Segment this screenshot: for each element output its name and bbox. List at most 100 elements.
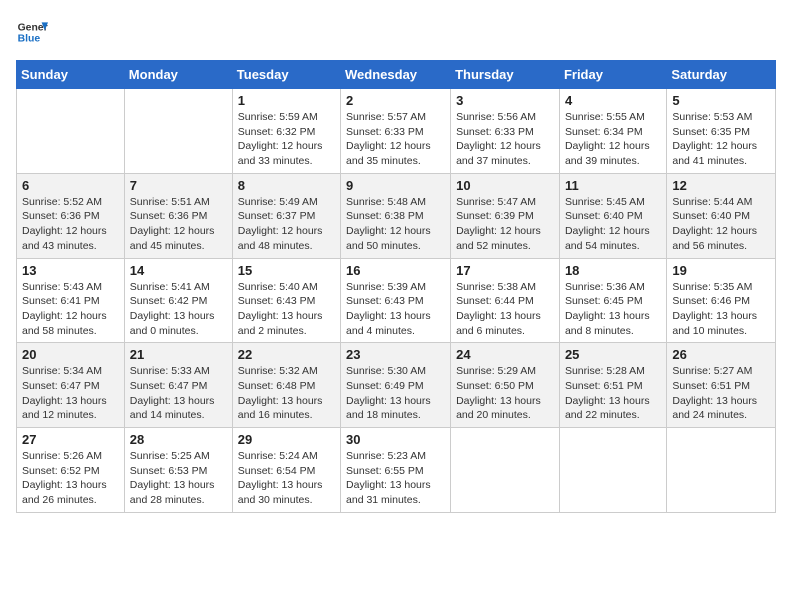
cell-content: Sunrise: 5:44 AM Sunset: 6:40 PM Dayligh… xyxy=(672,195,770,254)
calendar-cell: 29 Sunrise: 5:24 AM Sunset: 6:54 PM Dayli… xyxy=(232,428,340,513)
calendar-cell: 13 Sunrise: 5:43 AM Sunset: 6:41 PM Dayli… xyxy=(17,258,125,343)
day-of-week-header: Friday xyxy=(559,61,666,89)
day-number: 2 xyxy=(346,93,445,108)
day-number: 12 xyxy=(672,178,770,193)
calendar-cell: 9 Sunrise: 5:48 AM Sunset: 6:38 PM Daylig… xyxy=(341,173,451,258)
calendar-cell xyxy=(124,89,232,174)
cell-content: Sunrise: 5:48 AM Sunset: 6:38 PM Dayligh… xyxy=(346,195,445,254)
calendar-week-row: 20 Sunrise: 5:34 AM Sunset: 6:47 PM Dayli… xyxy=(17,343,776,428)
cell-content: Sunrise: 5:32 AM Sunset: 6:48 PM Dayligh… xyxy=(238,364,335,423)
calendar-cell: 10 Sunrise: 5:47 AM Sunset: 6:39 PM Dayli… xyxy=(451,173,560,258)
day-number: 8 xyxy=(238,178,335,193)
calendar-cell: 12 Sunrise: 5:44 AM Sunset: 6:40 PM Dayli… xyxy=(667,173,776,258)
day-number: 7 xyxy=(130,178,227,193)
day-of-week-header: Thursday xyxy=(451,61,560,89)
calendar-cell xyxy=(559,428,666,513)
cell-content: Sunrise: 5:53 AM Sunset: 6:35 PM Dayligh… xyxy=(672,110,770,169)
calendar-cell: 27 Sunrise: 5:26 AM Sunset: 6:52 PM Dayli… xyxy=(17,428,125,513)
day-number: 30 xyxy=(346,432,445,447)
calendar-week-row: 27 Sunrise: 5:26 AM Sunset: 6:52 PM Dayli… xyxy=(17,428,776,513)
day-number: 20 xyxy=(22,347,119,362)
calendar-cell: 6Sunrise: 5:52 AM Sunset: 6:36 PM Daylig… xyxy=(17,173,125,258)
calendar-cell: 15 Sunrise: 5:40 AM Sunset: 6:43 PM Dayli… xyxy=(232,258,340,343)
calendar-cell: 17 Sunrise: 5:38 AM Sunset: 6:44 PM Dayli… xyxy=(451,258,560,343)
calendar-cell: 21 Sunrise: 5:33 AM Sunset: 6:47 PM Dayli… xyxy=(124,343,232,428)
day-number: 5 xyxy=(672,93,770,108)
calendar-cell xyxy=(17,89,125,174)
day-number: 21 xyxy=(130,347,227,362)
cell-content: Sunrise: 5:34 AM Sunset: 6:47 PM Dayligh… xyxy=(22,364,119,423)
day-number: 14 xyxy=(130,263,227,278)
cell-content: Sunrise: 5:25 AM Sunset: 6:53 PM Dayligh… xyxy=(130,449,227,508)
calendar-cell: 11Sunrise: 5:45 AM Sunset: 6:40 PM Dayli… xyxy=(559,173,666,258)
calendar-cell: 19 Sunrise: 5:35 AM Sunset: 6:46 PM Dayli… xyxy=(667,258,776,343)
calendar-cell: 8 Sunrise: 5:49 AM Sunset: 6:37 PM Daylig… xyxy=(232,173,340,258)
calendar-cell: 3 Sunrise: 5:56 AM Sunset: 6:33 PM Daylig… xyxy=(451,89,560,174)
day-number: 17 xyxy=(456,263,554,278)
logo: General Blue xyxy=(16,16,48,48)
calendar-cell: 20 Sunrise: 5:34 AM Sunset: 6:47 PM Dayli… xyxy=(17,343,125,428)
calendar-week-row: 13 Sunrise: 5:43 AM Sunset: 6:41 PM Dayli… xyxy=(17,258,776,343)
day-number: 23 xyxy=(346,347,445,362)
cell-content: Sunrise: 5:59 AM Sunset: 6:32 PM Dayligh… xyxy=(238,110,335,169)
day-number: 3 xyxy=(456,93,554,108)
day-number: 29 xyxy=(238,432,335,447)
day-number: 24 xyxy=(456,347,554,362)
calendar-week-row: 1 Sunrise: 5:59 AM Sunset: 6:32 PM Daylig… xyxy=(17,89,776,174)
day-number: 11 xyxy=(565,178,661,193)
calendar-cell: 24 Sunrise: 5:29 AM Sunset: 6:50 PM Dayli… xyxy=(451,343,560,428)
calendar-cell: 4 Sunrise: 5:55 AM Sunset: 6:34 PM Daylig… xyxy=(559,89,666,174)
calendar-cell: 14 Sunrise: 5:41 AM Sunset: 6:42 PM Dayli… xyxy=(124,258,232,343)
calendar-table: SundayMondayTuesdayWednesdayThursdayFrid… xyxy=(16,60,776,513)
cell-content: Sunrise: 5:51 AM Sunset: 6:36 PM Dayligh… xyxy=(130,195,227,254)
cell-content: Sunrise: 5:47 AM Sunset: 6:39 PM Dayligh… xyxy=(456,195,554,254)
day-of-week-header: Sunday xyxy=(17,61,125,89)
cell-content: Sunrise: 5:56 AM Sunset: 6:33 PM Dayligh… xyxy=(456,110,554,169)
calendar-cell: 16Sunrise: 5:39 AM Sunset: 6:43 PM Dayli… xyxy=(341,258,451,343)
calendar-cell: 22 Sunrise: 5:32 AM Sunset: 6:48 PM Dayli… xyxy=(232,343,340,428)
cell-content: Sunrise: 5:33 AM Sunset: 6:47 PM Dayligh… xyxy=(130,364,227,423)
day-number: 22 xyxy=(238,347,335,362)
cell-content: Sunrise: 5:57 AM Sunset: 6:33 PM Dayligh… xyxy=(346,110,445,169)
cell-content: Sunrise: 5:35 AM Sunset: 6:46 PM Dayligh… xyxy=(672,280,770,339)
day-number: 26 xyxy=(672,347,770,362)
cell-content: Sunrise: 5:41 AM Sunset: 6:42 PM Dayligh… xyxy=(130,280,227,339)
svg-text:Blue: Blue xyxy=(18,34,41,45)
cell-content: Sunrise: 5:29 AM Sunset: 6:50 PM Dayligh… xyxy=(456,364,554,423)
day-number: 19 xyxy=(672,263,770,278)
day-of-week-header: Tuesday xyxy=(232,61,340,89)
calendar-week-row: 6Sunrise: 5:52 AM Sunset: 6:36 PM Daylig… xyxy=(17,173,776,258)
calendar-cell: 18Sunrise: 5:36 AM Sunset: 6:45 PM Dayli… xyxy=(559,258,666,343)
cell-content: Sunrise: 5:49 AM Sunset: 6:37 PM Dayligh… xyxy=(238,195,335,254)
day-number: 18 xyxy=(565,263,661,278)
day-of-week-header: Saturday xyxy=(667,61,776,89)
day-number: 27 xyxy=(22,432,119,447)
cell-content: Sunrise: 5:38 AM Sunset: 6:44 PM Dayligh… xyxy=(456,280,554,339)
cell-content: Sunrise: 5:55 AM Sunset: 6:34 PM Dayligh… xyxy=(565,110,661,169)
calendar-cell: 23 Sunrise: 5:30 AM Sunset: 6:49 PM Dayli… xyxy=(341,343,451,428)
cell-content: Sunrise: 5:30 AM Sunset: 6:49 PM Dayligh… xyxy=(346,364,445,423)
day-number: 25 xyxy=(565,347,661,362)
day-number: 28 xyxy=(130,432,227,447)
calendar-cell: 7 Sunrise: 5:51 AM Sunset: 6:36 PM Daylig… xyxy=(124,173,232,258)
day-number: 4 xyxy=(565,93,661,108)
day-number: 13 xyxy=(22,263,119,278)
day-number: 9 xyxy=(346,178,445,193)
calendar-cell: 5 Sunrise: 5:53 AM Sunset: 6:35 PM Daylig… xyxy=(667,89,776,174)
cell-content: Sunrise: 5:27 AM Sunset: 6:51 PM Dayligh… xyxy=(672,364,770,423)
day-number: 6 xyxy=(22,178,119,193)
calendar-cell xyxy=(667,428,776,513)
calendar-cell: 26 Sunrise: 5:27 AM Sunset: 6:51 PM Dayli… xyxy=(667,343,776,428)
cell-content: Sunrise: 5:40 AM Sunset: 6:43 PM Dayligh… xyxy=(238,280,335,339)
day-of-week-header: Monday xyxy=(124,61,232,89)
calendar-cell: 30Sunrise: 5:23 AM Sunset: 6:55 PM Dayli… xyxy=(341,428,451,513)
day-number: 10 xyxy=(456,178,554,193)
day-of-week-header: Wednesday xyxy=(341,61,451,89)
calendar-header-row: SundayMondayTuesdayWednesdayThursdayFrid… xyxy=(17,61,776,89)
day-number: 16 xyxy=(346,263,445,278)
cell-content: Sunrise: 5:26 AM Sunset: 6:52 PM Dayligh… xyxy=(22,449,119,508)
day-number: 1 xyxy=(238,93,335,108)
cell-content: Sunrise: 5:24 AM Sunset: 6:54 PM Dayligh… xyxy=(238,449,335,508)
cell-content: Sunrise: 5:43 AM Sunset: 6:41 PM Dayligh… xyxy=(22,280,119,339)
day-number: 15 xyxy=(238,263,335,278)
